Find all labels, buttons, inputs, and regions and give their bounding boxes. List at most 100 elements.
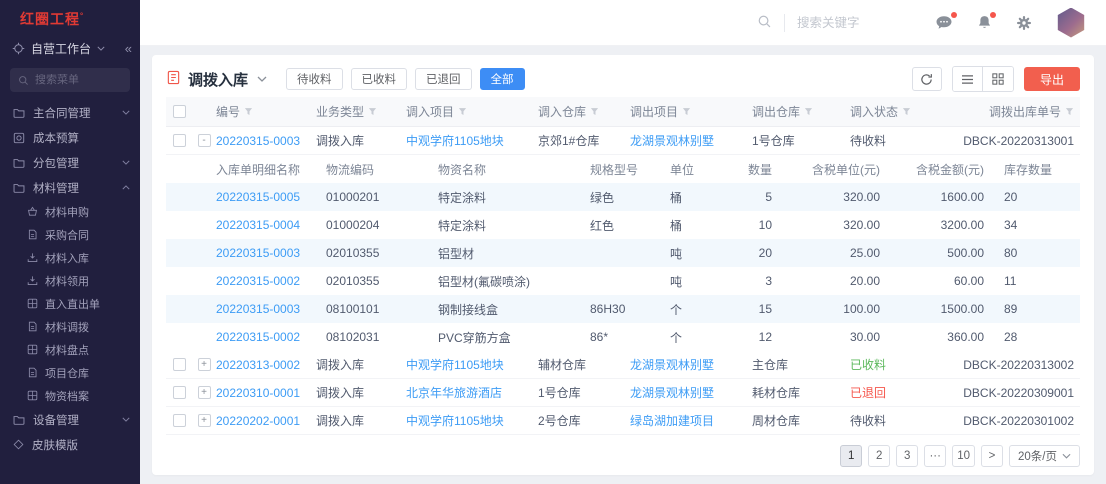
filter-chip[interactable]: 待收料	[286, 68, 343, 90]
sidebar-search-input[interactable]	[35, 74, 121, 86]
filter-funnel-icon[interactable]	[902, 107, 911, 116]
sidebar-subitem[interactable]: 材料领用	[0, 269, 140, 292]
page-button[interactable]: 10	[952, 445, 975, 467]
order-number-link[interactable]: 20220310-0001	[216, 386, 316, 400]
page-button[interactable]: 3	[896, 445, 918, 467]
workspace-switcher[interactable]: 自营工作台 «	[0, 33, 140, 63]
filter-funnel-icon[interactable]	[682, 107, 691, 116]
outbound-order-no: DBCK-20220313001	[950, 134, 1080, 148]
row-checkbox[interactable]	[166, 414, 192, 427]
business-type: 调拨入库	[316, 412, 406, 429]
sidebar-item[interactable]: 分包管理	[0, 150, 140, 175]
grid-doc-icon	[27, 298, 38, 309]
filter-funnel-icon[interactable]	[1065, 107, 1074, 116]
gear-icon[interactable]	[1016, 15, 1032, 31]
next-page-button[interactable]: >	[981, 445, 1003, 467]
sidebar-subitem[interactable]: 物资档案	[0, 384, 140, 407]
filter-chip[interactable]: 已退回	[415, 68, 472, 90]
filter-funnel-icon[interactable]	[368, 107, 377, 116]
sidebar-item[interactable]: 材料管理	[0, 175, 140, 200]
unit-price: 25.00	[790, 246, 898, 260]
sidebar-item-label: 成本预算	[33, 130, 79, 146]
column-header[interactable]: 调入状态	[850, 103, 950, 120]
sidebar-subitem-label: 材料领用	[45, 273, 89, 289]
select-all-checkbox[interactable]	[166, 105, 192, 118]
in-project-link[interactable]: 中观学府1105地块	[406, 412, 538, 429]
row-checkbox[interactable]	[166, 358, 192, 371]
filter-funnel-icon[interactable]	[590, 107, 599, 116]
sidebar-item[interactable]: 成本预算	[0, 125, 140, 150]
column-header[interactable]: 业务类型	[316, 103, 406, 120]
page-size-select[interactable]: 20条/页	[1009, 445, 1080, 467]
expand-toggle[interactable]: +	[192, 358, 216, 371]
column-header[interactable]: 编号	[216, 103, 316, 120]
out-project-link[interactable]: 龙湖景观林别墅	[630, 132, 752, 149]
filter-chip[interactable]: 已收料	[351, 68, 408, 90]
out-project-link[interactable]: 龙湖景观林别墅	[630, 384, 752, 401]
column-header[interactable]: 调出仓库	[752, 103, 850, 120]
detail-order-link[interactable]: 20220315-0004	[216, 218, 326, 232]
filter-funnel-icon[interactable]	[244, 107, 253, 116]
spec-model: 红色	[590, 217, 670, 234]
unit-price: 320.00	[790, 190, 898, 204]
filter-funnel-icon[interactable]	[804, 107, 813, 116]
sidebar-subitem[interactable]: 材料盘点	[0, 338, 140, 361]
sidebar-subitem[interactable]: 采购合同	[0, 223, 140, 246]
detail-order-link[interactable]: 20220315-0002	[216, 274, 326, 288]
sidebar-subitem[interactable]: 材料调拨	[0, 315, 140, 338]
filter-funnel-icon[interactable]	[458, 107, 467, 116]
detail-order-link[interactable]: 20220315-0003	[216, 246, 326, 260]
grid-view-icon[interactable]	[983, 67, 1013, 91]
sidebar-item[interactable]: 主合同管理	[0, 100, 140, 125]
detail-order-link[interactable]: 20220315-0002	[216, 330, 326, 344]
sidebar-subitem[interactable]: 材料申购	[0, 200, 140, 223]
material-code: 08100101	[326, 302, 438, 316]
expand-toggle[interactable]: +	[192, 386, 216, 399]
global-search[interactable]	[757, 14, 909, 32]
page-button[interactable]: 2	[868, 445, 890, 467]
notification-dot	[951, 12, 957, 18]
column-header[interactable]: 调出项目	[630, 103, 752, 120]
amount: 1500.00	[898, 302, 1002, 316]
in-project-link[interactable]: 北京年华旅游酒店	[406, 384, 538, 401]
unit: 个	[670, 329, 726, 346]
basket-icon	[27, 206, 38, 217]
sidebar-subitem-label: 材料入库	[45, 250, 89, 266]
in-project-link[interactable]: 中观学府1105地块	[406, 132, 538, 149]
column-header[interactable]: 调入项目	[406, 103, 538, 120]
list-view-icon[interactable]	[953, 67, 983, 91]
global-search-input[interactable]	[797, 16, 909, 30]
detail-order-link[interactable]: 20220315-0005	[216, 190, 326, 204]
sidebar-subitem[interactable]: 材料入库	[0, 246, 140, 269]
sidebar-subitem[interactable]: 项目仓库	[0, 361, 140, 384]
sidebar-search[interactable]	[10, 68, 130, 92]
out-project-link[interactable]: 绿岛湖加建项目	[630, 412, 752, 429]
sidebar-subitem[interactable]: 直入直出单	[0, 292, 140, 315]
chevron-down-icon[interactable]	[257, 76, 267, 82]
row-checkbox[interactable]	[166, 386, 192, 399]
order-number-link[interactable]: 20220315-0003	[216, 134, 316, 148]
detail-order-link[interactable]: 20220315-0003	[216, 302, 326, 316]
order-number-link[interactable]: 20220202-0001	[216, 414, 316, 428]
bell-icon[interactable]	[977, 15, 992, 30]
collapse-sidebar-icon[interactable]: «	[125, 41, 132, 56]
spec-model: 86*	[590, 330, 670, 344]
column-header[interactable]: 调入仓库	[538, 103, 630, 120]
messages-icon[interactable]	[935, 15, 953, 30]
in-project-link[interactable]: 中观学府1105地块	[406, 356, 538, 373]
sidebar-item[interactable]: 设备管理	[0, 407, 140, 432]
collapse-toggle[interactable]: -	[192, 134, 216, 147]
out-project-link[interactable]: 龙湖景观林别墅	[630, 356, 752, 373]
avatar[interactable]	[1056, 8, 1086, 38]
refresh-button[interactable]	[912, 67, 942, 91]
order-number-link[interactable]: 20220313-0002	[216, 358, 316, 372]
expand-toggle[interactable]: +	[192, 414, 216, 427]
row-checkbox[interactable]	[166, 134, 192, 147]
doc-icon	[27, 229, 38, 240]
page-button[interactable]: 1	[840, 445, 862, 467]
filter-chip[interactable]: 全部	[480, 68, 525, 90]
sidebar-item[interactable]: 皮肤模版	[0, 432, 140, 457]
export-button[interactable]: 导出	[1024, 67, 1080, 91]
column-header[interactable]: 调拨出库单号	[950, 103, 1080, 120]
page-ellipsis[interactable]: ···	[924, 445, 946, 467]
